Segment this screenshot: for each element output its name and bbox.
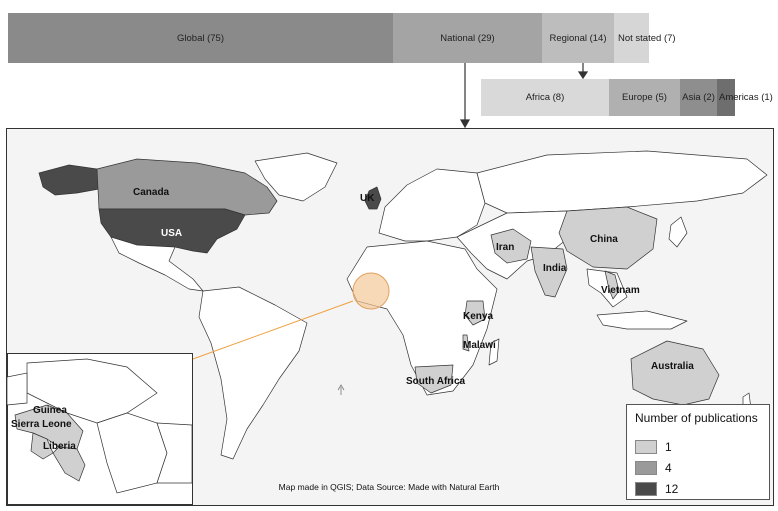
legend-item-1: 1: [635, 439, 672, 454]
label-south-africa: South Africa: [406, 376, 466, 387]
canada-shape: [96, 158, 278, 216]
legend-swatch-1: [635, 439, 657, 454]
arrow-head-regional: [577, 71, 589, 80]
label-canada: Canada: [133, 187, 170, 198]
label-usa: USA: [161, 228, 182, 239]
west-africa-highlight: [352, 272, 390, 310]
alaska-shape: [38, 164, 100, 196]
label-malawi: Malawi: [463, 340, 496, 351]
label-kenya: Kenya: [463, 311, 493, 322]
indonesia-shape: [596, 310, 688, 330]
inset-label-liberia: Liberia: [43, 441, 76, 452]
label-australia: Australia: [651, 361, 694, 372]
flow-arrows: [459, 63, 589, 129]
legend-label-4: 4: [665, 460, 672, 475]
label-iran: Iran: [496, 242, 514, 253]
inset-label-sierra-leone: Sierra Leone: [11, 419, 72, 430]
label-india: India: [543, 263, 567, 274]
map-caption: Map made in QGIS; Data Source: Made with…: [278, 482, 500, 492]
russia-shape: [476, 150, 768, 214]
south-america-shape: [198, 286, 308, 460]
europe-shape: [378, 168, 486, 242]
inset-label-guinea: Guinea: [33, 405, 67, 416]
label-vietnam: Vietnam: [601, 285, 640, 296]
small-arrow-marker: [337, 384, 345, 395]
legend-label-1: 1: [665, 439, 672, 454]
japan-shape: [668, 216, 688, 248]
australia-shape: [630, 340, 720, 406]
arrow-head-national: [459, 119, 471, 129]
legend-swatch-4: [635, 460, 657, 475]
label-china: China: [590, 234, 618, 245]
legend-title: Number of publications: [635, 411, 758, 425]
label-uk: UK: [360, 193, 375, 204]
inset-senegal-shape: [7, 372, 28, 406]
legend-item-4: 4: [635, 460, 672, 475]
